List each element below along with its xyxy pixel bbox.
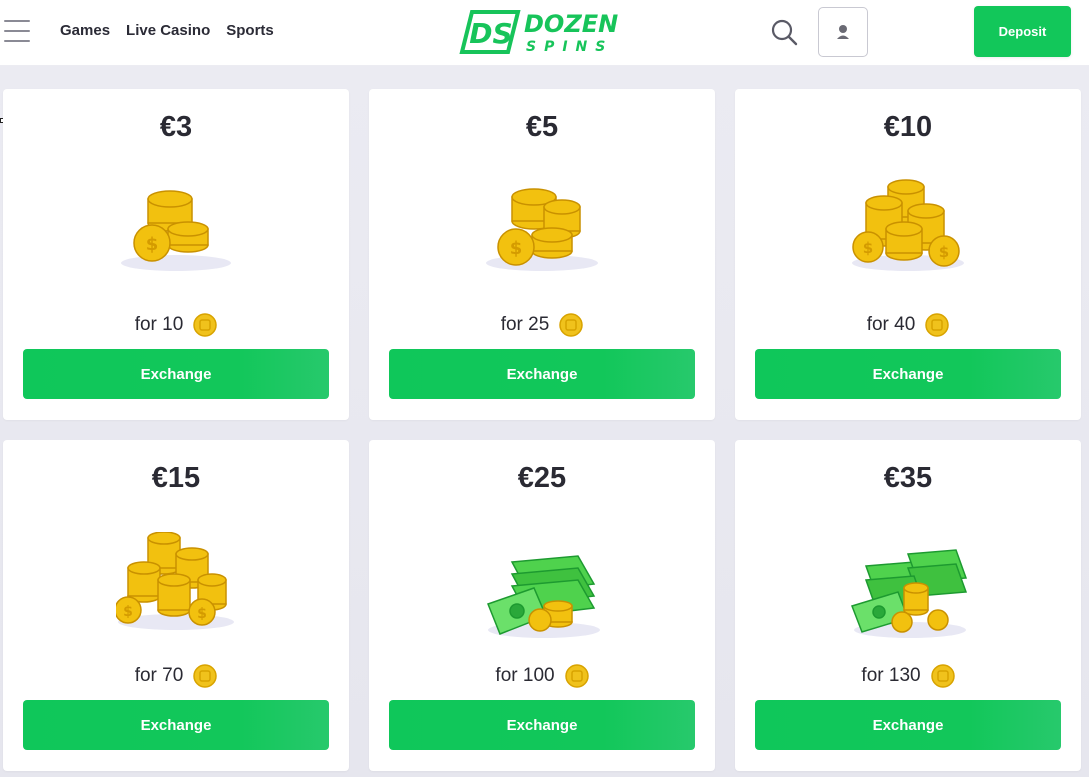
offer-price: €15 [151,462,201,494]
offer-cost-text: for 40 [866,314,916,335]
coin-icon [930,664,955,688]
exchange-button[interactable]: Exchange [755,349,1061,399]
coin-stack-large-icon: $ $ [852,179,964,271]
menu-icon[interactable] [4,20,30,42]
logo-initials: DS [469,17,512,50]
offer-cost-text: for 10 [134,314,184,335]
coin-stack-medium-icon: $ [486,188,598,271]
logo-word-top: DOZEN [524,10,618,38]
svg-text:$: $ [197,606,207,622]
offer-card: €10 $ $ for 40 Exchange [735,89,1081,420]
account-button[interactable] [818,7,868,57]
exchange-button[interactable]: Exchange [389,700,695,750]
offer-price: €35 [883,462,933,494]
offer-cost-text: for 130 [861,665,921,686]
cash-bundle-icon [851,549,968,638]
coin-icon [193,313,218,337]
offer-card: €35 for 130 Exchange [735,440,1081,771]
svg-text:$: $ [863,239,873,257]
offer-cost: for 40 [735,313,1081,337]
deposit-button[interactable]: Deposit [974,6,1071,57]
svg-text:$: $ [510,238,523,259]
search-icon[interactable] [770,18,798,46]
offer-price: €3 [159,111,193,143]
offer-price: €5 [525,111,559,143]
offer-price: €25 [517,462,567,494]
exchange-button[interactable]: Exchange [389,349,695,399]
logo-mark-icon: DS [459,10,521,54]
svg-text:$: $ [123,604,133,620]
nav-live-casino[interactable]: Live Casino [126,22,210,39]
offer-cost: for 25 [369,313,715,337]
offer-cost: for 130 [735,664,1081,688]
coin-icon [925,313,950,337]
coin-pile-icon: $ $ [116,532,234,630]
offer-card: €25 for 100 Exchange [369,440,715,771]
cash-stack-icon [487,555,600,638]
offer-cost-text: for 70 [134,665,184,686]
offer-cost: for 10 [3,313,349,337]
nav-games[interactable]: Games [60,22,110,39]
offer-card: €3 $ for 10 Exchange [3,89,349,420]
coin-icon [193,664,218,688]
exchange-button[interactable]: Exchange [23,700,329,750]
coin-icon [559,313,584,337]
logo-word-bottom: SPINS [526,39,613,55]
svg-text:$: $ [939,243,949,261]
dozen-spins-logo[interactable]: DS DOZEN SPINS [458,6,628,56]
offer-cost-text: for 100 [495,665,555,686]
main-nav: Games Live Casino Sports [60,22,274,39]
offer-cost: for 70 [3,664,349,688]
svg-text:$: $ [146,234,159,255]
coin-stack-small-icon: $ [121,190,231,271]
exchange-button[interactable]: Exchange [23,349,329,399]
exchange-button[interactable]: Exchange [755,700,1061,750]
nav-sports[interactable]: Sports [226,22,274,39]
offer-card: €15 $ $ for 70 Exchange [3,440,349,771]
top-navigation-bar: Games Live Casino Sports DS DOZEN SPINS … [0,0,1089,66]
offer-cost-text: for 25 [500,314,550,335]
coin-icon [564,664,589,688]
offer-cost: for 100 [369,664,715,688]
offer-card: €5 $ for 25 Exchange [369,89,715,420]
user-icon [837,25,849,39]
offer-price: €10 [883,111,933,143]
